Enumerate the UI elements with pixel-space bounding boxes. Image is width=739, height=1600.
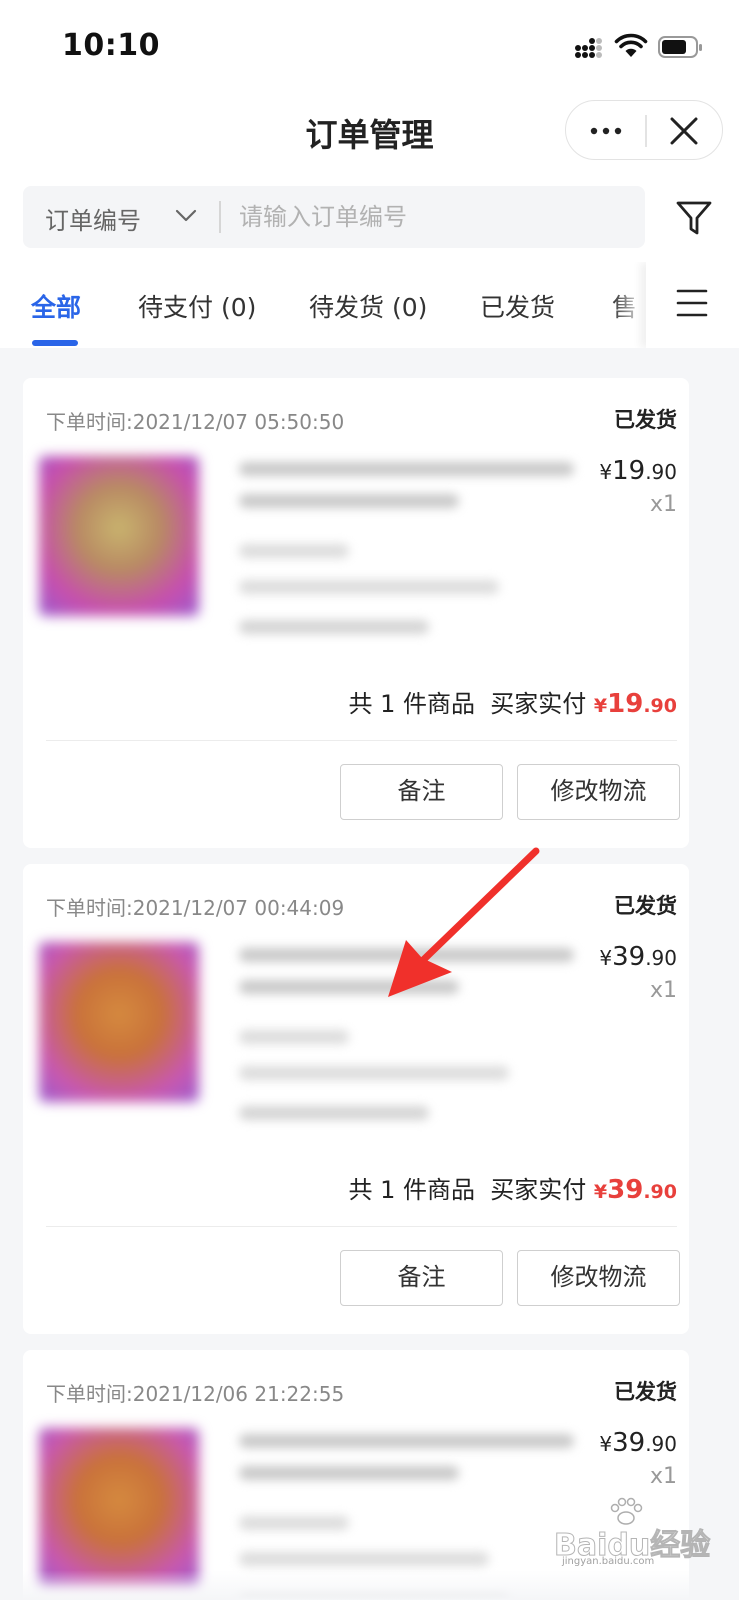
bottom-fade <box>0 1570 739 1600</box>
watermark: Baidu经验 jingyan.baidu.com <box>548 1496 711 1567</box>
annotation-arrow-icon <box>388 847 540 997</box>
watermark-url: jingyan.baidu.com <box>562 1556 655 1567</box>
